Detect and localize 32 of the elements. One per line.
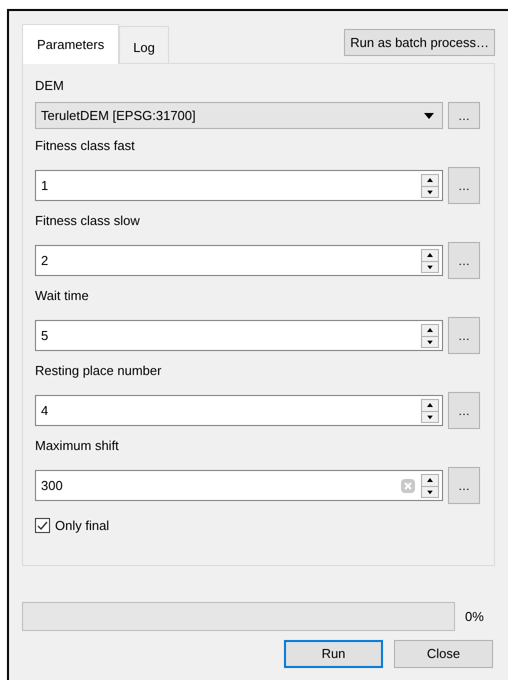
more-options-button[interactable]: … [448,317,480,354]
parameter-label: DEM [35,77,65,95]
parameter-label: Maximum shift [35,437,120,455]
more-options-button[interactable]: … [448,102,480,129]
number-field[interactable]: 5 [35,320,443,351]
spin-buttons[interactable] [421,324,439,348]
number-field[interactable]: 1 [35,170,443,201]
more-options-button[interactable]: … [448,167,480,204]
dropdown-arrow-icon [424,112,434,118]
spin-buttons[interactable] [421,474,439,498]
parameter-label: Fitness class fast [35,137,136,155]
tab[interactable]: Parameters [22,24,120,64]
more-options-button[interactable]: … [448,467,480,504]
parameter-label: Resting place number [35,362,162,380]
dialog-button[interactable]: Run [284,640,383,668]
batch-process-button[interactable]: Run as batch process… [344,29,495,56]
parameter-label: Wait time [35,287,90,305]
checkbox[interactable] [35,518,50,534]
layer-dropdown[interactable]: TeruletDEM [EPSG:31700] [35,102,443,129]
checkbox-label: Only final [55,517,110,535]
number-field[interactable]: 4 [35,395,443,426]
number-field[interactable]: 2 [35,245,443,276]
more-options-button[interactable]: … [448,242,480,279]
parameter-label: Fitness class slow [35,212,141,230]
tab[interactable]: Log [119,26,169,63]
spin-buttons[interactable] [421,248,439,272]
number-field[interactable]: 300 [35,470,443,501]
spin-buttons[interactable] [421,398,439,422]
spin-buttons[interactable] [421,174,439,198]
dialog-button[interactable]: Close [394,640,493,668]
progress-percent: 0% [465,608,484,626]
more-options-button[interactable]: … [448,392,480,429]
